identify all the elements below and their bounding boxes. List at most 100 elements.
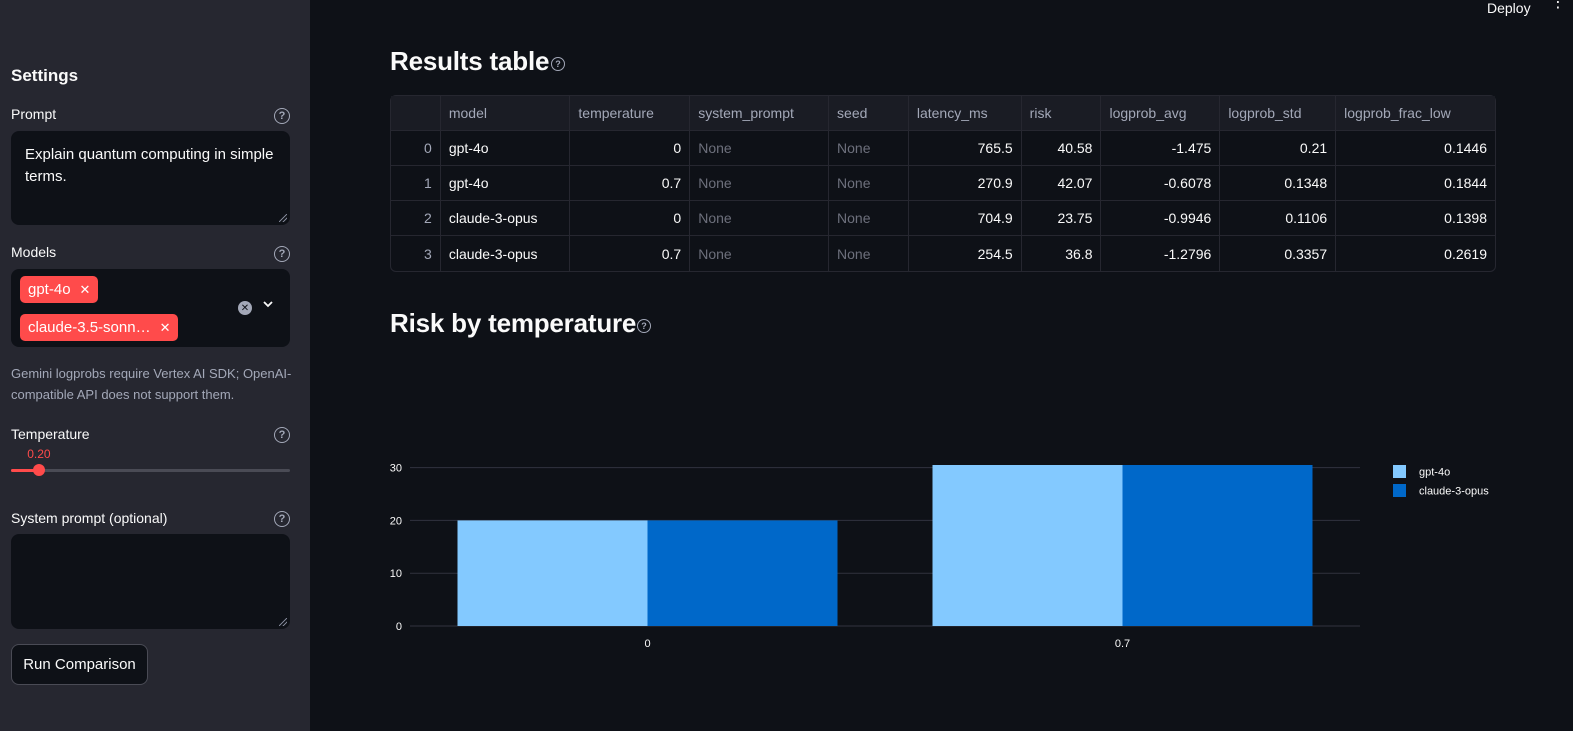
table-cell[interactable]: 2: [391, 201, 441, 236]
bar-gpt-4o-0.7[interactable]: [932, 465, 1123, 626]
table-cell[interactable]: 0.1398: [1336, 201, 1495, 236]
table-row[interactable]: 1 gpt-4o 0.7 None None 270.9 42.07 -0.6078 0.134…: [391, 166, 1495, 201]
results-table[interactable]: model temperature system_prompt seed latency…: [390, 95, 1496, 272]
bar-claude-3-opus-0[interactable]: [647, 520, 838, 626]
table-cell[interactable]: 40.58: [1021, 131, 1102, 166]
table-cell[interactable]: 0.7: [570, 236, 691, 271]
system-prompt-help-icon[interactable]: ?: [274, 511, 290, 527]
table-cell[interactable]: 765.5: [908, 131, 1022, 166]
resize-handle-icon[interactable]: [279, 618, 287, 626]
table-cell[interactable]: gpt-4o: [440, 166, 571, 201]
run-comparison-button[interactable]: Run Comparison: [11, 644, 148, 685]
prompt-text: Explain quantum computing in simple term…: [25, 146, 274, 185]
slider-thumb[interactable]: [32, 464, 45, 476]
bar-claude-3-opus-0.7[interactable]: [1122, 465, 1313, 626]
table-cell[interactable]: 3: [391, 236, 441, 271]
table-header-row: model temperature system_prompt seed latency…: [391, 96, 1495, 131]
x-tick-label: 0: [644, 638, 650, 650]
table-cell[interactable]: gpt-4o: [440, 131, 571, 166]
y-tick-label: 20: [390, 515, 402, 527]
column-header[interactable]: model: [440, 96, 571, 131]
column-header[interactable]: system_prompt: [690, 96, 830, 131]
table-row[interactable]: 3 claude-3-opus 0.7 None None 254.5 36.8 -1.279…: [391, 236, 1495, 271]
kebab-menu-icon[interactable]: ⋮: [1550, 0, 1566, 11]
table-cell[interactable]: -1.2796: [1101, 236, 1221, 271]
remove-chip-icon[interactable]: ✕: [80, 282, 91, 298]
table-cell[interactable]: -0.6078: [1101, 166, 1221, 201]
table-cell[interactable]: 704.9: [908, 201, 1022, 236]
y-tick-label: 30: [390, 463, 402, 475]
table-cell[interactable]: -0.9946: [1101, 201, 1221, 236]
clear-all-icon[interactable]: ✕: [238, 301, 252, 315]
chevron-down-icon[interactable]: [263, 299, 273, 309]
table-cell[interactable]: None: [829, 166, 909, 201]
risk-bar-chart[interactable]: 0 10 20 30 0 0.7 gpt-4o claude-3-opus: [370, 440, 1520, 670]
table-cell[interactable]: 0: [391, 131, 441, 166]
chart-help-icon[interactable]: ?: [637, 319, 651, 333]
table-cell[interactable]: 254.5: [909, 236, 1022, 271]
table-cell[interactable]: 0.1446: [1336, 131, 1495, 166]
model-chip-label: claude-3.5-sonn…: [28, 319, 151, 336]
column-header[interactable]: latency_ms: [908, 96, 1022, 131]
table-cell[interactable]: claude-3-opus: [441, 236, 571, 271]
table-cell[interactable]: None: [690, 236, 830, 271]
y-tick-label: 0: [396, 621, 402, 633]
system-prompt-textarea[interactable]: [11, 534, 290, 629]
column-header[interactable]: risk: [1021, 96, 1102, 131]
legend-label: claude-3-opus: [1419, 486, 1489, 498]
table-cell[interactable]: 0.2619: [1336, 236, 1495, 271]
models-help-icon[interactable]: ?: [274, 246, 290, 262]
column-header[interactable]: temperature: [570, 96, 691, 131]
table-cell[interactable]: None: [829, 236, 909, 271]
table-cell[interactable]: None: [829, 201, 909, 236]
column-header[interactable]: logprob_avg: [1101, 96, 1221, 131]
table-cell[interactable]: None: [829, 131, 909, 166]
table-cell[interactable]: claude-3-opus: [440, 201, 571, 236]
temperature-label: Temperature: [11, 426, 90, 442]
table-cell[interactable]: -1.475: [1101, 131, 1221, 166]
model-chip-gpt-4o: gpt-4o ✕: [20, 276, 99, 303]
x-tick-label: 0.7: [1115, 638, 1130, 650]
prompt-help-icon[interactable]: ?: [274, 108, 290, 124]
column-header[interactable]: seed: [829, 96, 909, 131]
table-cell[interactable]: 0.3357: [1220, 236, 1337, 271]
table-cell[interactable]: None: [690, 166, 830, 201]
sidebar: Settings Prompt ? Explain quantum comput…: [0, 0, 310, 731]
table-row[interactable]: 0 gpt-4o 0 None None 765.5 40.58 -1.475 0.21 0.14…: [391, 131, 1495, 166]
table-cell[interactable]: 23.75: [1021, 201, 1102, 236]
legend-swatch: [1393, 465, 1406, 478]
prompt-textarea[interactable]: Explain quantum computing in simple term…: [11, 131, 290, 225]
column-header[interactable]: logprob_frac_low: [1336, 96, 1495, 131]
table-cell[interactable]: 0.7: [570, 166, 691, 201]
temperature-help-icon[interactable]: ?: [274, 427, 290, 443]
y-tick-label: 10: [390, 568, 402, 580]
resize-handle-icon[interactable]: [279, 214, 287, 222]
table-cell[interactable]: 0.21: [1220, 131, 1337, 166]
model-chip-claude: claude-3.5-sonn… ✕: [20, 314, 179, 341]
table-cell[interactable]: None: [690, 131, 830, 166]
table-cell[interactable]: None: [690, 201, 830, 236]
remove-chip-icon[interactable]: ✕: [160, 320, 171, 336]
models-multiselect[interactable]: gpt-4o ✕ claude-3.5-sonn… ✕ ✕: [11, 269, 290, 347]
table-cell[interactable]: 36.8: [1022, 236, 1102, 271]
table-cell[interactable]: 0.1106: [1220, 201, 1337, 236]
table-cell[interactable]: 0: [570, 131, 691, 166]
gemini-note: Gemini logprobs require Vertex AI SDK; O…: [11, 366, 292, 402]
table-row[interactable]: 2 claude-3-opus 0 None None 704.9 23.75 -0.9946…: [391, 201, 1495, 236]
table-cell[interactable]: 0.1348: [1220, 166, 1337, 201]
column-header[interactable]: [391, 96, 441, 131]
column-header[interactable]: logprob_std: [1220, 96, 1337, 131]
system-prompt-label: System prompt (optional): [11, 510, 168, 526]
results-help-icon[interactable]: ?: [551, 57, 565, 71]
table-cell[interactable]: 42.07: [1021, 166, 1102, 201]
results-table-title: Results table: [390, 46, 550, 76]
deploy-button[interactable]: Deploy: [1487, 0, 1531, 16]
bar-gpt-4o-0[interactable]: [457, 520, 648, 626]
prompt-label: Prompt: [11, 106, 57, 122]
legend-label: gpt-4o: [1419, 467, 1450, 479]
table-cell[interactable]: 0: [570, 201, 691, 236]
table-cell[interactable]: 1: [391, 166, 441, 201]
table-cell[interactable]: 0.1844: [1336, 166, 1495, 201]
table-cell[interactable]: 270.9: [908, 166, 1022, 201]
temperature-slider[interactable]: [11, 464, 290, 476]
